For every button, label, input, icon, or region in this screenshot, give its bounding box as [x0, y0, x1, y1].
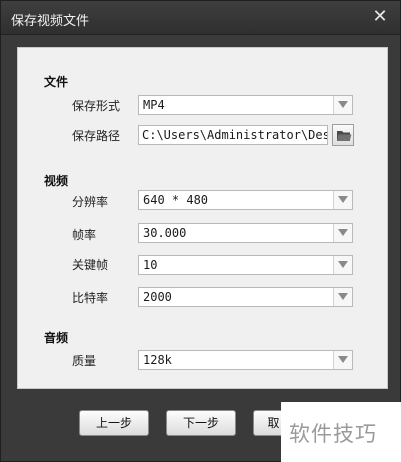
- framerate-select[interactable]: 30.000: [138, 223, 353, 243]
- framerate-label: 帧率: [72, 228, 97, 242]
- next-step-button[interactable]: 下一步: [166, 410, 236, 436]
- resolution-value: 640 * 480: [143, 193, 209, 207]
- title-bar[interactable]: 保存视频文件 ✕: [1, 1, 400, 35]
- prev-step-button[interactable]: 上一步: [79, 410, 149, 436]
- keyframe-label: 关键帧: [72, 258, 109, 272]
- resolution-select[interactable]: 640 * 480: [138, 190, 353, 210]
- folder-icon: [337, 131, 352, 141]
- browse-folder-button[interactable]: [332, 124, 354, 146]
- bitrate-value: 2000: [143, 290, 172, 304]
- chevron-down-icon[interactable]: [333, 288, 352, 306]
- format-select[interactable]: MP4: [138, 95, 353, 115]
- window-title: 保存视频文件: [11, 14, 90, 29]
- section-heading-file: 文件: [44, 75, 69, 89]
- chevron-down-icon[interactable]: [333, 351, 352, 369]
- quality-value: 128k: [143, 353, 172, 367]
- path-input[interactable]: C:\Users\Administrator\Desktop: [138, 125, 328, 145]
- keyframe-select[interactable]: 10: [138, 255, 353, 275]
- watermark: 软件技巧: [281, 402, 401, 462]
- resolution-label: 分辨率: [72, 195, 109, 209]
- framerate-value: 30.000: [143, 226, 187, 240]
- section-heading-audio: 音频: [44, 331, 69, 345]
- chevron-down-icon[interactable]: [333, 256, 352, 274]
- watermark-text: 软件技巧: [289, 422, 377, 446]
- path-label: 保存路径: [72, 129, 121, 143]
- format-value: MP4: [143, 98, 165, 112]
- close-icon[interactable]: ✕: [370, 7, 390, 27]
- bitrate-label: 比特率: [72, 291, 109, 305]
- chevron-down-icon[interactable]: [333, 191, 352, 209]
- quality-label: 质量: [72, 354, 97, 368]
- quality-select[interactable]: 128k: [138, 350, 353, 370]
- save-video-dialog: 保存视频文件 ✕ 文件 保存形式 MP4 保存路径 C:\Users\Admin…: [0, 0, 401, 462]
- bitrate-select[interactable]: 2000: [138, 287, 353, 307]
- chevron-down-icon[interactable]: [333, 96, 352, 114]
- section-heading-video: 视频: [44, 174, 69, 188]
- keyframe-value: 10: [143, 258, 158, 272]
- chevron-down-icon[interactable]: [333, 224, 352, 242]
- format-label: 保存形式: [72, 99, 121, 113]
